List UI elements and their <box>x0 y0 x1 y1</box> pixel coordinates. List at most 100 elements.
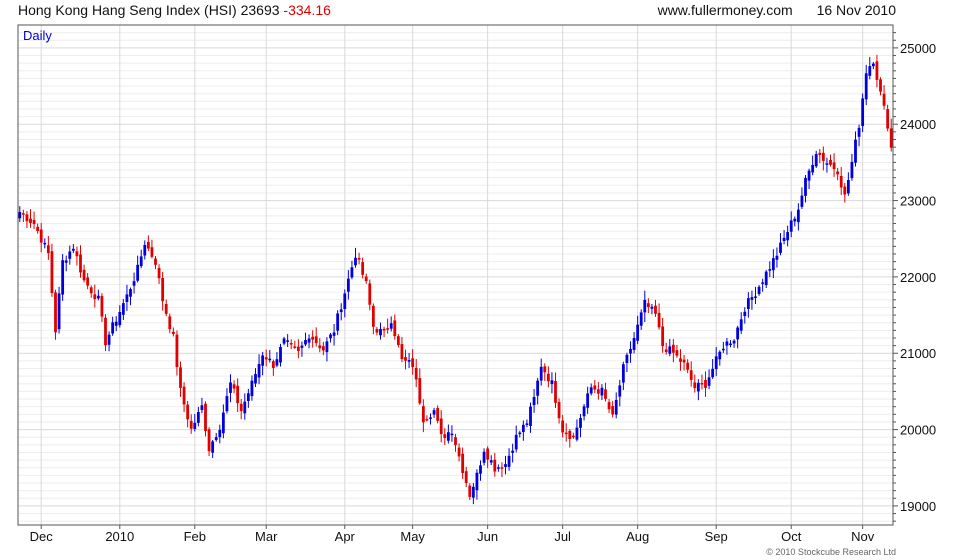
candle-up <box>779 242 782 253</box>
candle-down <box>54 292 57 333</box>
candle-up <box>432 410 436 415</box>
candle-down <box>50 251 54 293</box>
candle-down <box>175 334 179 368</box>
candle-down <box>882 93 886 106</box>
candle-down <box>236 385 240 404</box>
candle-down <box>79 254 82 273</box>
candle-up <box>446 432 450 441</box>
candle-up <box>61 260 65 295</box>
candle-up <box>618 385 622 397</box>
candle-up <box>729 343 732 346</box>
candle-down <box>832 162 836 170</box>
candle-down <box>264 357 268 360</box>
candle-up <box>193 422 197 429</box>
period-label: Daily <box>23 28 52 43</box>
candle-down <box>382 328 386 331</box>
candle-up <box>718 351 722 360</box>
candle-down <box>371 305 375 327</box>
candle-down <box>82 269 86 281</box>
candle-down <box>675 350 679 356</box>
candle-down <box>607 402 611 410</box>
candle-up <box>479 465 482 474</box>
candle-up <box>275 359 279 366</box>
y-tick-label: 25000 <box>900 41 936 56</box>
candle-down <box>418 378 422 404</box>
candle-down <box>843 186 847 195</box>
candle-down <box>704 380 707 388</box>
candle-down <box>386 328 390 330</box>
candle-up <box>868 66 872 76</box>
candle-down <box>414 367 418 380</box>
candle-up <box>811 164 815 173</box>
candle-up <box>139 256 143 267</box>
x-tick-label: Jul <box>554 529 571 544</box>
candle-up <box>614 399 618 415</box>
candle-up <box>229 382 232 393</box>
candle-down <box>104 317 107 346</box>
x-tick-label: May <box>400 529 425 544</box>
candle-down <box>36 226 40 232</box>
candle-down <box>546 373 550 382</box>
candle-up <box>757 286 761 295</box>
candle-down <box>461 453 465 474</box>
candlestick-chart: 19000 20000 21000 22000 23000 24000 25000 Dec 2… <box>17 24 936 544</box>
candle-up <box>214 437 218 440</box>
candle-down <box>171 331 175 335</box>
candle-up <box>379 328 382 336</box>
candle-down <box>396 336 400 345</box>
candle-up <box>496 467 500 469</box>
candle-down <box>86 277 90 286</box>
candle-up <box>625 354 629 364</box>
candle-up <box>639 312 643 326</box>
candle-down <box>564 432 568 435</box>
candle-up <box>261 355 265 366</box>
candle-up <box>300 345 304 348</box>
candle-down <box>182 386 186 405</box>
candle-down <box>889 128 893 148</box>
candle-down <box>289 342 293 345</box>
y-tick-label: 21000 <box>900 346 936 361</box>
candle-down <box>454 437 457 445</box>
candle-up <box>771 258 775 271</box>
candle-up <box>514 434 518 450</box>
candle-down <box>554 380 557 403</box>
candle-up <box>743 311 747 317</box>
x-tick-label: Sep <box>705 529 728 544</box>
candle-up <box>268 358 272 361</box>
candle-down <box>657 312 661 328</box>
candle-up <box>532 397 536 406</box>
candle-up <box>114 321 118 326</box>
candle-down <box>879 79 882 92</box>
candle-down <box>411 358 415 368</box>
candle-down <box>150 247 154 257</box>
candle-down <box>239 403 243 412</box>
candle-up <box>632 337 636 350</box>
candle-up <box>668 346 672 354</box>
candle-down <box>543 366 547 373</box>
candle-up <box>511 450 515 453</box>
candle-up <box>307 338 311 343</box>
candle-up <box>761 282 765 284</box>
candle-down <box>179 367 182 388</box>
candle-up <box>71 248 75 251</box>
candle-up <box>775 255 779 260</box>
x-tick-label: 2010 <box>105 529 134 544</box>
candle-up <box>536 380 540 396</box>
candle-up <box>850 161 854 179</box>
candle-down <box>436 408 440 421</box>
candle-down <box>682 359 686 363</box>
candle-up <box>825 163 829 165</box>
candle-up <box>725 341 729 346</box>
candle-down <box>443 434 447 438</box>
candle-up <box>521 424 525 433</box>
candle-up <box>250 380 254 397</box>
candle-up <box>796 209 800 223</box>
candle-up <box>782 237 786 241</box>
candle-up <box>804 177 807 196</box>
candle-up <box>746 298 750 310</box>
candle-down <box>671 344 675 353</box>
candle-down <box>700 382 704 385</box>
candle-up <box>121 303 125 315</box>
candle-down <box>204 403 207 432</box>
candle-up <box>489 460 493 463</box>
